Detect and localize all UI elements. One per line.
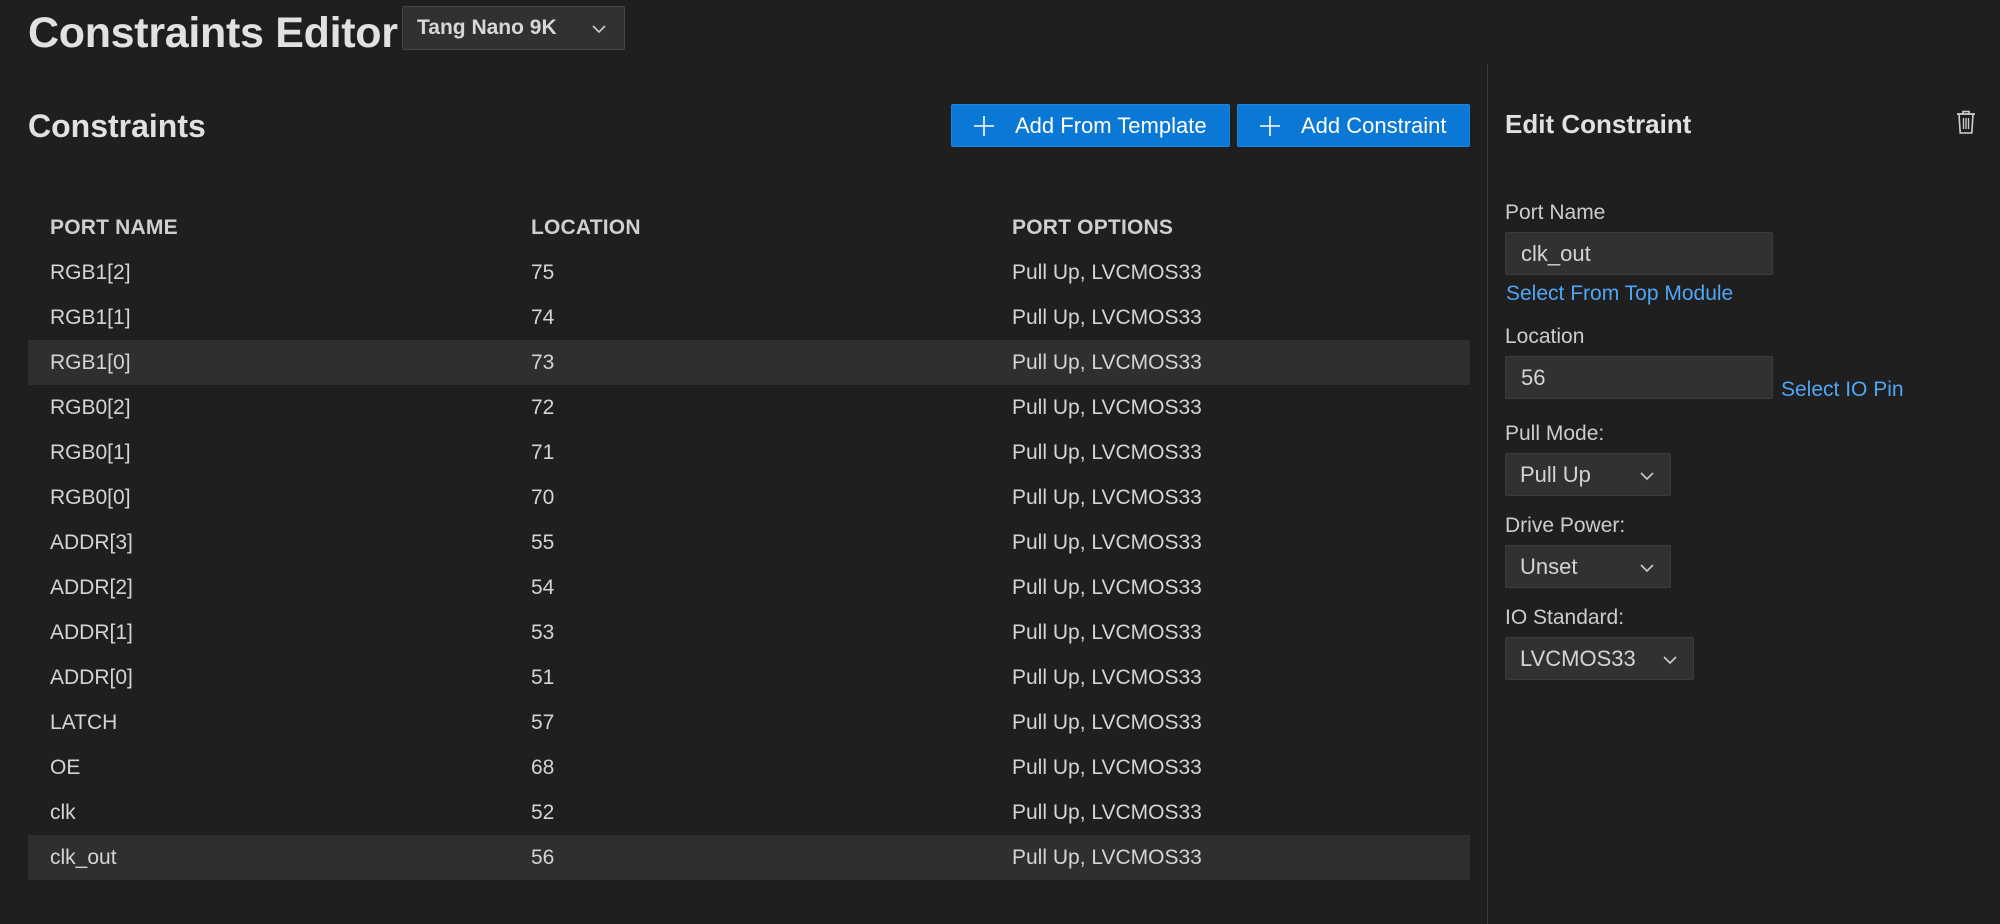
cell-port-options: Pull Up, LVCMOS33 xyxy=(1012,395,1202,419)
cell-port-name: LATCH xyxy=(50,710,118,734)
table-row[interactable]: ADDR[2] 54 Pull Up, LVCMOS33 xyxy=(28,565,1470,610)
port-name-input[interactable] xyxy=(1505,232,1773,275)
cell-port-name: RGB0[1] xyxy=(50,440,131,464)
cell-location: 54 xyxy=(531,575,555,599)
cell-port-name: ADDR[1] xyxy=(50,620,133,644)
table-row-selected[interactable]: clk_out 56 Pull Up, LVCMOS33 xyxy=(28,835,1470,880)
cell-location: 74 xyxy=(531,305,555,329)
select-from-top-module-link[interactable]: Select From Top Module xyxy=(1506,280,1733,308)
board-select-value: Tang Nano 9K xyxy=(417,16,557,39)
cell-port-name: RGB0[0] xyxy=(50,485,131,509)
cell-port-options: Pull Up, LVCMOS33 xyxy=(1012,755,1202,779)
cell-port-options: Pull Up, LVCMOS33 xyxy=(1012,845,1202,869)
table-header: PORT NAME LOCATION PORT OPTIONS xyxy=(28,205,1470,250)
plus-icon xyxy=(1260,115,1280,136)
cell-port-options: Pull Up, LVCMOS33 xyxy=(1012,440,1202,464)
cell-location: 73 xyxy=(531,350,555,374)
cell-port-options: Pull Up, LVCMOS33 xyxy=(1012,575,1202,599)
port-name-label: Port Name xyxy=(1505,201,1606,224)
drive-power-value: Unset xyxy=(1520,553,1578,579)
cell-port-name: OE xyxy=(50,755,81,779)
table-row[interactable]: LATCH 57 Pull Up, LVCMOS33 xyxy=(28,700,1470,745)
board-select[interactable]: Tang Nano 9K xyxy=(402,6,625,50)
chevron-down-icon xyxy=(592,25,606,34)
cell-port-options: Pull Up, LVCMOS33 xyxy=(1012,530,1202,554)
panel-divider xyxy=(1487,64,1488,924)
cell-location: 53 xyxy=(531,620,555,644)
chevron-down-icon xyxy=(1663,656,1677,665)
add-from-template-button[interactable]: Add From Template xyxy=(951,104,1230,147)
table-row-hovered[interactable]: RGB1[0] 73 Pull Up, LVCMOS33 xyxy=(28,340,1470,385)
cell-location: 72 xyxy=(531,395,555,419)
io-standard-label: IO Standard: xyxy=(1505,606,1625,629)
location-label: Location xyxy=(1505,325,1585,348)
column-header-port-options: PORT OPTIONS xyxy=(1012,215,1174,239)
cell-location: 57 xyxy=(531,710,555,734)
pull-mode-select[interactable]: Pull Up xyxy=(1505,453,1671,496)
pull-mode-value: Pull Up xyxy=(1520,461,1591,487)
cell-port-name: RGB1[2] xyxy=(50,260,131,284)
select-io-pin-link[interactable]: Select IO Pin xyxy=(1781,376,1904,404)
constraints-section-title: Constraints xyxy=(28,108,206,144)
cell-port-name: ADDR[0] xyxy=(50,665,133,689)
edit-constraint-title: Edit Constraint xyxy=(1505,109,1692,139)
cell-port-options: Pull Up, LVCMOS33 xyxy=(1012,620,1202,644)
cell-port-name: clk xyxy=(50,800,76,824)
add-from-template-label: Add From Template xyxy=(1015,112,1207,138)
chevron-down-icon xyxy=(1640,564,1654,573)
table-row[interactable]: clk 52 Pull Up, LVCMOS33 xyxy=(28,790,1470,835)
cell-port-options: Pull Up, LVCMOS33 xyxy=(1012,800,1202,824)
table-row[interactable]: OE 68 Pull Up, LVCMOS33 xyxy=(28,745,1470,790)
table-row[interactable]: RGB1[2] 75 Pull Up, LVCMOS33 xyxy=(28,250,1470,295)
cell-port-name: RGB1[1] xyxy=(50,305,131,329)
column-header-port-name: PORT NAME xyxy=(50,215,178,239)
cell-location: 68 xyxy=(531,755,555,779)
io-standard-select[interactable]: LVCMOS33 xyxy=(1505,637,1694,680)
cell-port-name: RGB1[0] xyxy=(50,350,131,374)
table-row[interactable]: RGB0[1] 71 Pull Up, LVCMOS33 xyxy=(28,430,1470,475)
table-row[interactable]: ADDR[1] 53 Pull Up, LVCMOS33 xyxy=(28,610,1470,655)
cell-location: 75 xyxy=(531,260,555,284)
cell-port-name: clk_out xyxy=(50,845,117,869)
drive-power-select[interactable]: Unset xyxy=(1505,545,1671,588)
cell-port-name: RGB0[2] xyxy=(50,395,131,419)
table-row[interactable]: ADDR[3] 55 Pull Up, LVCMOS33 xyxy=(28,520,1470,565)
add-constraint-button[interactable]: Add Constraint xyxy=(1237,104,1470,147)
table-row[interactable]: RGB0[2] 72 Pull Up, LVCMOS33 xyxy=(28,385,1470,430)
cell-location: 56 xyxy=(531,845,555,869)
cell-location: 52 xyxy=(531,800,555,824)
cell-location: 55 xyxy=(531,530,555,554)
table-row[interactable]: RGB1[1] 74 Pull Up, LVCMOS33 xyxy=(28,295,1470,340)
cell-port-options: Pull Up, LVCMOS33 xyxy=(1012,260,1202,284)
cell-port-options: Pull Up, LVCMOS33 xyxy=(1012,305,1202,329)
trash-icon[interactable] xyxy=(1955,109,1977,135)
location-input[interactable] xyxy=(1505,356,1773,399)
table-row[interactable]: ADDR[0] 51 Pull Up, LVCMOS33 xyxy=(28,655,1470,700)
cell-port-name: ADDR[2] xyxy=(50,575,133,599)
drive-power-label: Drive Power: xyxy=(1505,514,1626,537)
cell-location: 71 xyxy=(531,440,555,464)
cell-port-options: Pull Up, LVCMOS33 xyxy=(1012,665,1202,689)
cell-port-options: Pull Up, LVCMOS33 xyxy=(1012,710,1202,734)
pull-mode-label: Pull Mode: xyxy=(1505,422,1605,445)
io-standard-value: LVCMOS33 xyxy=(1520,645,1636,671)
cell-port-options: Pull Up, LVCMOS33 xyxy=(1012,485,1202,509)
plus-icon xyxy=(974,115,994,136)
chevron-down-icon xyxy=(1640,472,1654,481)
page-title: Constraints Editor xyxy=(28,9,398,57)
constraints-table: PORT NAME LOCATION PORT OPTIONS RGB1[2] … xyxy=(28,205,1470,880)
cell-location: 70 xyxy=(531,485,555,509)
cell-port-name: ADDR[3] xyxy=(50,530,133,554)
table-row[interactable]: RGB0[0] 70 Pull Up, LVCMOS33 xyxy=(28,475,1470,520)
cell-location: 51 xyxy=(531,665,555,689)
column-header-location: LOCATION xyxy=(531,215,641,239)
cell-port-options: Pull Up, LVCMOS33 xyxy=(1012,350,1202,374)
add-constraint-label: Add Constraint xyxy=(1301,112,1447,138)
